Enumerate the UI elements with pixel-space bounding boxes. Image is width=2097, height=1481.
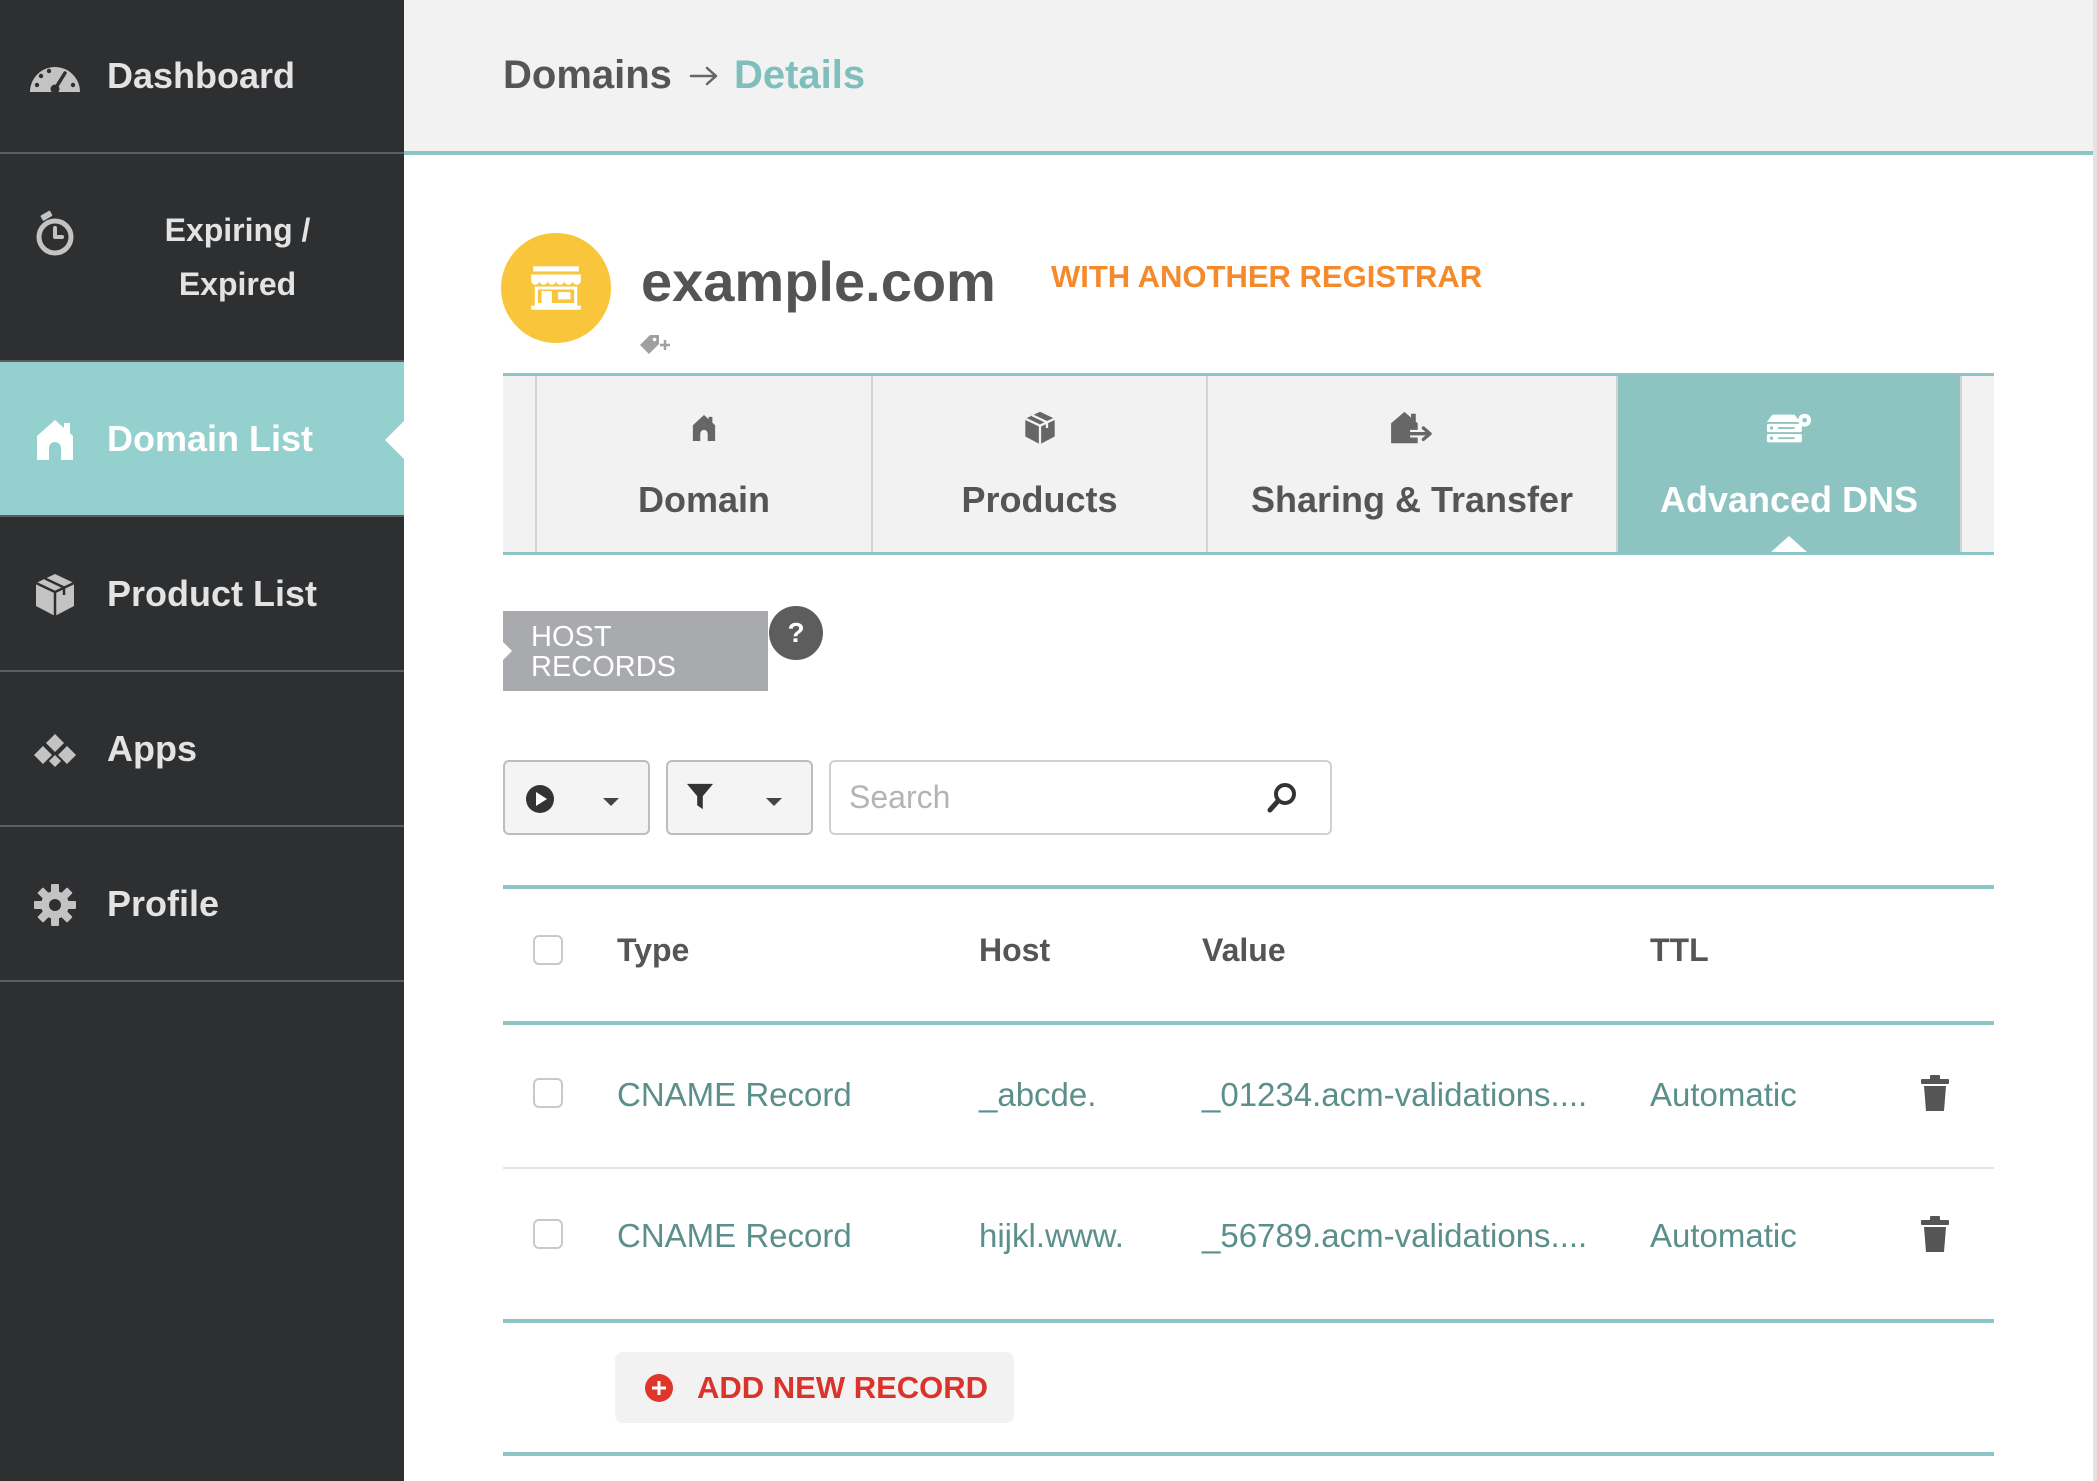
row-checkbox[interactable]: [533, 1219, 563, 1249]
record-type[interactable]: CNAME Record: [617, 1075, 852, 1115]
record-host[interactable]: hijkl.www.: [979, 1216, 1124, 1256]
host-records-heading: HOST RECORDS: [503, 611, 768, 691]
sidebar: Dashboard Expiring / Expired Domain List: [0, 0, 404, 1481]
actions-dropdown[interactable]: [503, 760, 650, 835]
sidebar-item-label: Product List: [107, 573, 318, 614]
active-indicator: [385, 421, 404, 459]
dashboard-icon: [27, 52, 83, 100]
tab-label: Sharing & Transfer: [1250, 479, 1574, 520]
caret-down-icon: [765, 794, 783, 806]
sidebar-item-dashboard[interactable]: Dashboard: [0, 0, 404, 154]
breadcrumb: Domains Details: [503, 0, 865, 151]
add-new-record-button[interactable]: ADD NEW RECORD: [615, 1352, 1014, 1423]
domain-avatar: [501, 233, 611, 343]
tab-label: Domain: [637, 479, 770, 520]
tab-sharing-transfer[interactable]: Sharing & Transfer: [1206, 376, 1616, 552]
badge-notch: [503, 642, 512, 660]
storefront-icon: [531, 266, 581, 310]
sidebar-item-domain-list[interactable]: Domain List: [0, 362, 404, 517]
section-bottom-border: [503, 1452, 1994, 1456]
active-tab-indicator: [1771, 536, 1807, 552]
stopwatch-icon: [27, 210, 83, 258]
arrow-right-icon: [688, 64, 720, 88]
record-ttl[interactable]: Automatic: [1650, 1216, 1797, 1256]
breadcrumb-current: Details: [733, 53, 866, 97]
home-icon: [27, 416, 83, 464]
column-header-type: Type: [617, 932, 690, 968]
tab-products[interactable]: Products: [871, 376, 1206, 552]
filter-dropdown[interactable]: [666, 760, 813, 835]
trash-icon[interactable]: [1920, 1214, 1950, 1254]
search-input[interactable]: [831, 762, 1251, 833]
sidebar-item-profile[interactable]: Profile: [0, 827, 404, 982]
add-tag-icon[interactable]: [638, 333, 672, 357]
top-bar: Domains Details: [404, 0, 2093, 155]
sidebar-item-label: Apps: [107, 728, 197, 769]
house-transfer-icon: [1208, 408, 1616, 448]
sidebar-item-label: Domain List: [107, 418, 314, 459]
tab-label: Products: [961, 479, 1118, 520]
table-header-row: Type Host Value TTL: [503, 889, 1994, 1021]
breadcrumb-domains-link[interactable]: Domains: [503, 53, 672, 98]
record-value[interactable]: _01234.acm-validations....: [1202, 1075, 1587, 1115]
funnel-icon: [683, 780, 717, 814]
record-host[interactable]: _abcde.: [979, 1075, 1096, 1115]
column-header-host: Host: [979, 932, 1051, 968]
sidebar-item-product-list[interactable]: Product List: [0, 517, 404, 672]
box-icon: [873, 408, 1206, 448]
play-circle-icon: [523, 782, 557, 816]
column-header-ttl: TTL: [1650, 932, 1709, 968]
record-type[interactable]: CNAME Record: [617, 1216, 852, 1256]
sidebar-item-apps[interactable]: Apps: [0, 672, 404, 827]
registrar-status-badge: WITH ANOTHER REGISTRAR: [1051, 259, 1483, 294]
tab-domain[interactable]: Domain: [535, 376, 871, 552]
table-bottom-border: [503, 1319, 1994, 1323]
home-icon: [537, 408, 871, 448]
column-header-value: Value: [1202, 932, 1286, 968]
gear-icon: [27, 881, 83, 929]
dns-server-icon: [1618, 408, 1960, 448]
select-all-checkbox[interactable]: [533, 935, 563, 965]
add-new-record-label: ADD NEW RECORD: [697, 1370, 989, 1405]
domain-tabs: Domain Products Sharing & Transfer Advan…: [503, 373, 1994, 555]
table-row[interactable]: CNAME Record _abcde. _01234.acm-validati…: [503, 1025, 1994, 1169]
trash-icon[interactable]: [1920, 1073, 1950, 1113]
row-checkbox[interactable]: [533, 1078, 563, 1108]
sidebar-item-label: Dashboard: [107, 55, 296, 96]
tab-advanced-dns[interactable]: Advanced DNS: [1616, 376, 1960, 552]
tabs-right-spacer: [1960, 376, 1994, 552]
app-window: Dashboard Expiring / Expired Domain List: [0, 0, 2097, 1481]
domain-name: example.com: [641, 250, 996, 313]
help-button[interactable]: ?: [769, 606, 823, 660]
window-right-border: [2093, 0, 2097, 1481]
apps-icon: [27, 726, 83, 774]
sidebar-item-expiring-expired[interactable]: Expiring / Expired: [0, 154, 404, 362]
sidebar-item-label: Profile: [107, 883, 220, 924]
record-value[interactable]: _56789.acm-validations....: [1202, 1216, 1587, 1256]
tab-label: Advanced DNS: [1659, 479, 1919, 520]
tabs-left-spacer: [503, 376, 535, 552]
sidebar-item-label: Expiring / Expired: [164, 212, 311, 302]
caret-down-icon: [602, 794, 620, 806]
search-box: [829, 760, 1332, 835]
plus-circle-icon: [644, 1373, 674, 1403]
box-icon: [27, 571, 83, 619]
magnifier-icon[interactable]: [1265, 780, 1299, 816]
record-ttl[interactable]: Automatic: [1650, 1075, 1797, 1115]
host-records-title: HOST RECORDS: [531, 621, 677, 683]
table-row[interactable]: CNAME Record hijkl.www. _56789.acm-valid…: [503, 1169, 1994, 1319]
